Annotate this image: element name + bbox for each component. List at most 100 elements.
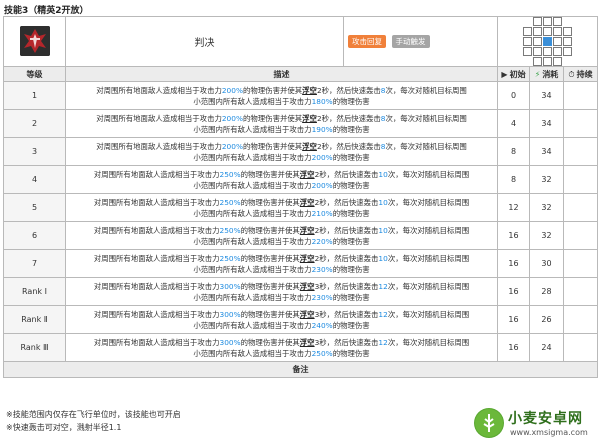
table-row: 1 对周围所有地面敌人造成相当于攻击力200%的物理伤害并使其浮空2秒，然后快速轰… bbox=[3, 81, 599, 110]
level-description: 对周围所有地面敌人造成相当于攻击力250%的物理伤害并使其浮空2秒，然后快速轰击… bbox=[65, 249, 498, 278]
level-label: Rank Ⅱ bbox=[3, 305, 66, 334]
sp-cost: 32 bbox=[529, 193, 564, 222]
crimson-skill-icon bbox=[19, 25, 50, 56]
range-empty-cell bbox=[563, 57, 572, 66]
range-area-cell bbox=[543, 47, 553, 56]
level-label: 5 bbox=[3, 193, 66, 222]
range-area-cell bbox=[553, 27, 563, 36]
range-self-cell bbox=[543, 37, 553, 46]
initial-sp: 16 bbox=[497, 305, 530, 334]
col-cost: ⚡ 消耗 bbox=[529, 66, 564, 82]
sp-cost: 34 bbox=[529, 109, 564, 138]
notes: ※技能范围内仅存在飞行单位时，该技能也可开启 ※快速轰击可对空，溅射半径1.1 bbox=[6, 408, 181, 434]
notes-header-row: 备注 bbox=[2, 361, 599, 378]
col-duration: ⏱ 持续 bbox=[562, 66, 599, 82]
range-area-cell bbox=[553, 57, 563, 66]
range-area-cell bbox=[533, 27, 543, 36]
watermark: 小麦安卓网 www.xmsigma.com bbox=[474, 406, 594, 442]
table-row: 3 对周围所有地面敌人造成相当于攻击力200%的物理伤害并使其浮空2秒，然后快速轰… bbox=[3, 137, 599, 166]
play-icon: ▶ bbox=[501, 69, 508, 79]
sp-cost: 34 bbox=[529, 81, 564, 110]
duration bbox=[562, 277, 599, 306]
range-empty-cell bbox=[523, 57, 532, 66]
initial-sp: 16 bbox=[497, 277, 530, 306]
skill-icon-cell bbox=[3, 16, 66, 67]
level-description: 对周围所有地面敌人造成相当于攻击力200%的物理伤害并使其浮空2秒，然后快速轰击… bbox=[65, 109, 498, 138]
table-row: 5 对周围所有地面敌人造成相当于攻击力250%的物理伤害并使其浮空2秒，然后快速轰… bbox=[3, 193, 599, 222]
level-description: 对周围所有地面敌人造成相当于攻击力250%的物理伤害并使其浮空2秒，然后快速轰击… bbox=[65, 193, 498, 222]
range-grid bbox=[523, 17, 573, 66]
col-level: 等级 bbox=[3, 66, 66, 82]
note-item: ※快速轰击可对空，溅射半径1.1 bbox=[6, 423, 122, 432]
range-area-cell bbox=[533, 37, 543, 46]
watermark-title: 小麦安卓网 bbox=[508, 411, 583, 427]
col-description: 描述 bbox=[65, 66, 498, 82]
initial-sp: 16 bbox=[497, 333, 530, 362]
initial-sp: 16 bbox=[497, 249, 530, 278]
table-row: 4 对周围所有地面敌人造成相当于攻击力250%的物理伤害并使其浮空2秒，然后快速轰… bbox=[3, 165, 599, 194]
duration bbox=[562, 221, 599, 250]
column-header-row: 等级 描述 ▶ 初始 ⚡ 消耗 ⏱ 持续 bbox=[3, 66, 599, 82]
duration bbox=[562, 333, 599, 362]
initial-sp: 16 bbox=[497, 221, 530, 250]
watermark-url: www.xmsigma.com bbox=[510, 428, 588, 437]
level-label: 7 bbox=[3, 249, 66, 278]
table-row: Rank Ⅱ 对周围所有地面敌人造成相当于攻击力300%的物理伤害并使其浮空3秒，… bbox=[3, 305, 599, 334]
range-area-cell bbox=[563, 27, 573, 36]
level-label: Rank Ⅲ bbox=[3, 333, 66, 362]
range-area-cell bbox=[533, 17, 543, 26]
range-empty-cell bbox=[523, 17, 532, 26]
range-area-cell bbox=[523, 37, 533, 46]
sp-cost: 26 bbox=[529, 305, 564, 334]
sp-cost: 32 bbox=[529, 165, 564, 194]
col-initial: ▶ 初始 bbox=[497, 66, 530, 82]
duration bbox=[562, 109, 599, 138]
level-label: Rank Ⅰ bbox=[3, 277, 66, 306]
duration bbox=[562, 165, 599, 194]
level-description: 对周围所有地面敌人造成相当于攻击力300%的物理伤害并使其浮空3秒，然后快速轰击… bbox=[65, 277, 498, 306]
sp-cost: 32 bbox=[529, 221, 564, 250]
level-label: 3 bbox=[3, 137, 66, 166]
skill-header-row: 判决 攻击回复 手动触发 bbox=[3, 16, 599, 67]
range-area-cell bbox=[553, 37, 563, 46]
range-area-cell bbox=[523, 47, 533, 56]
page-title: 技能3（精英2开放） bbox=[4, 6, 89, 16]
duration bbox=[562, 305, 599, 334]
range-area-cell bbox=[563, 37, 573, 46]
lightning-icon: ⚡ bbox=[534, 69, 541, 79]
range-area-cell bbox=[563, 47, 573, 56]
level-label: 2 bbox=[3, 109, 66, 138]
sp-cost: 30 bbox=[529, 249, 564, 278]
skill-name: 判决 bbox=[65, 16, 344, 67]
initial-sp: 12 bbox=[497, 193, 530, 222]
level-label: 1 bbox=[3, 81, 66, 110]
table-row: 2 对周围所有地面敌人造成相当于攻击力200%的物理伤害并使其浮空2秒，然后快速轰… bbox=[3, 109, 599, 138]
range-area-cell bbox=[523, 27, 533, 36]
range-area-cell bbox=[533, 57, 543, 66]
table-row: Rank Ⅲ 对周围所有地面敌人造成相当于攻击力300%的物理伤害并使其浮空3秒，… bbox=[3, 333, 599, 362]
duration bbox=[562, 81, 599, 110]
notes-header: 备注 bbox=[2, 361, 599, 378]
duration bbox=[562, 193, 599, 222]
initial-sp: 8 bbox=[497, 165, 530, 194]
sp-cost: 28 bbox=[529, 277, 564, 306]
skill-range bbox=[496, 16, 599, 67]
table-row: Rank Ⅰ 对周围所有地面敌人造成相当于攻击力300%的物理伤害并使其浮空3秒，… bbox=[3, 277, 599, 306]
initial-sp: 8 bbox=[497, 137, 530, 166]
wheat-logo-icon bbox=[474, 408, 504, 438]
table-row: 7 对周围所有地面敌人造成相当于攻击力250%的物理伤害并使其浮空2秒，然后快速轰… bbox=[3, 249, 599, 278]
level-description: 对周围所有地面敌人造成相当于攻击力200%的物理伤害并使其浮空2秒，然后快速轰击… bbox=[65, 137, 498, 166]
range-area-cell bbox=[543, 57, 553, 66]
sp-cost: 34 bbox=[529, 137, 564, 166]
range-area-cell bbox=[533, 47, 543, 56]
sp-cost: 24 bbox=[529, 333, 564, 362]
level-label: 6 bbox=[3, 221, 66, 250]
duration bbox=[562, 137, 599, 166]
tag-attack-recovery: 攻击回复 bbox=[348, 35, 386, 48]
duration bbox=[562, 249, 599, 278]
skill-tags: 攻击回复 手动触发 bbox=[343, 16, 498, 67]
range-area-cell bbox=[543, 27, 553, 36]
initial-sp: 4 bbox=[497, 109, 530, 138]
level-description: 对周围所有地面敌人造成相当于攻击力200%的物理伤害并使其浮空2秒，然后快速轰击… bbox=[65, 81, 498, 110]
range-area-cell bbox=[553, 47, 563, 56]
